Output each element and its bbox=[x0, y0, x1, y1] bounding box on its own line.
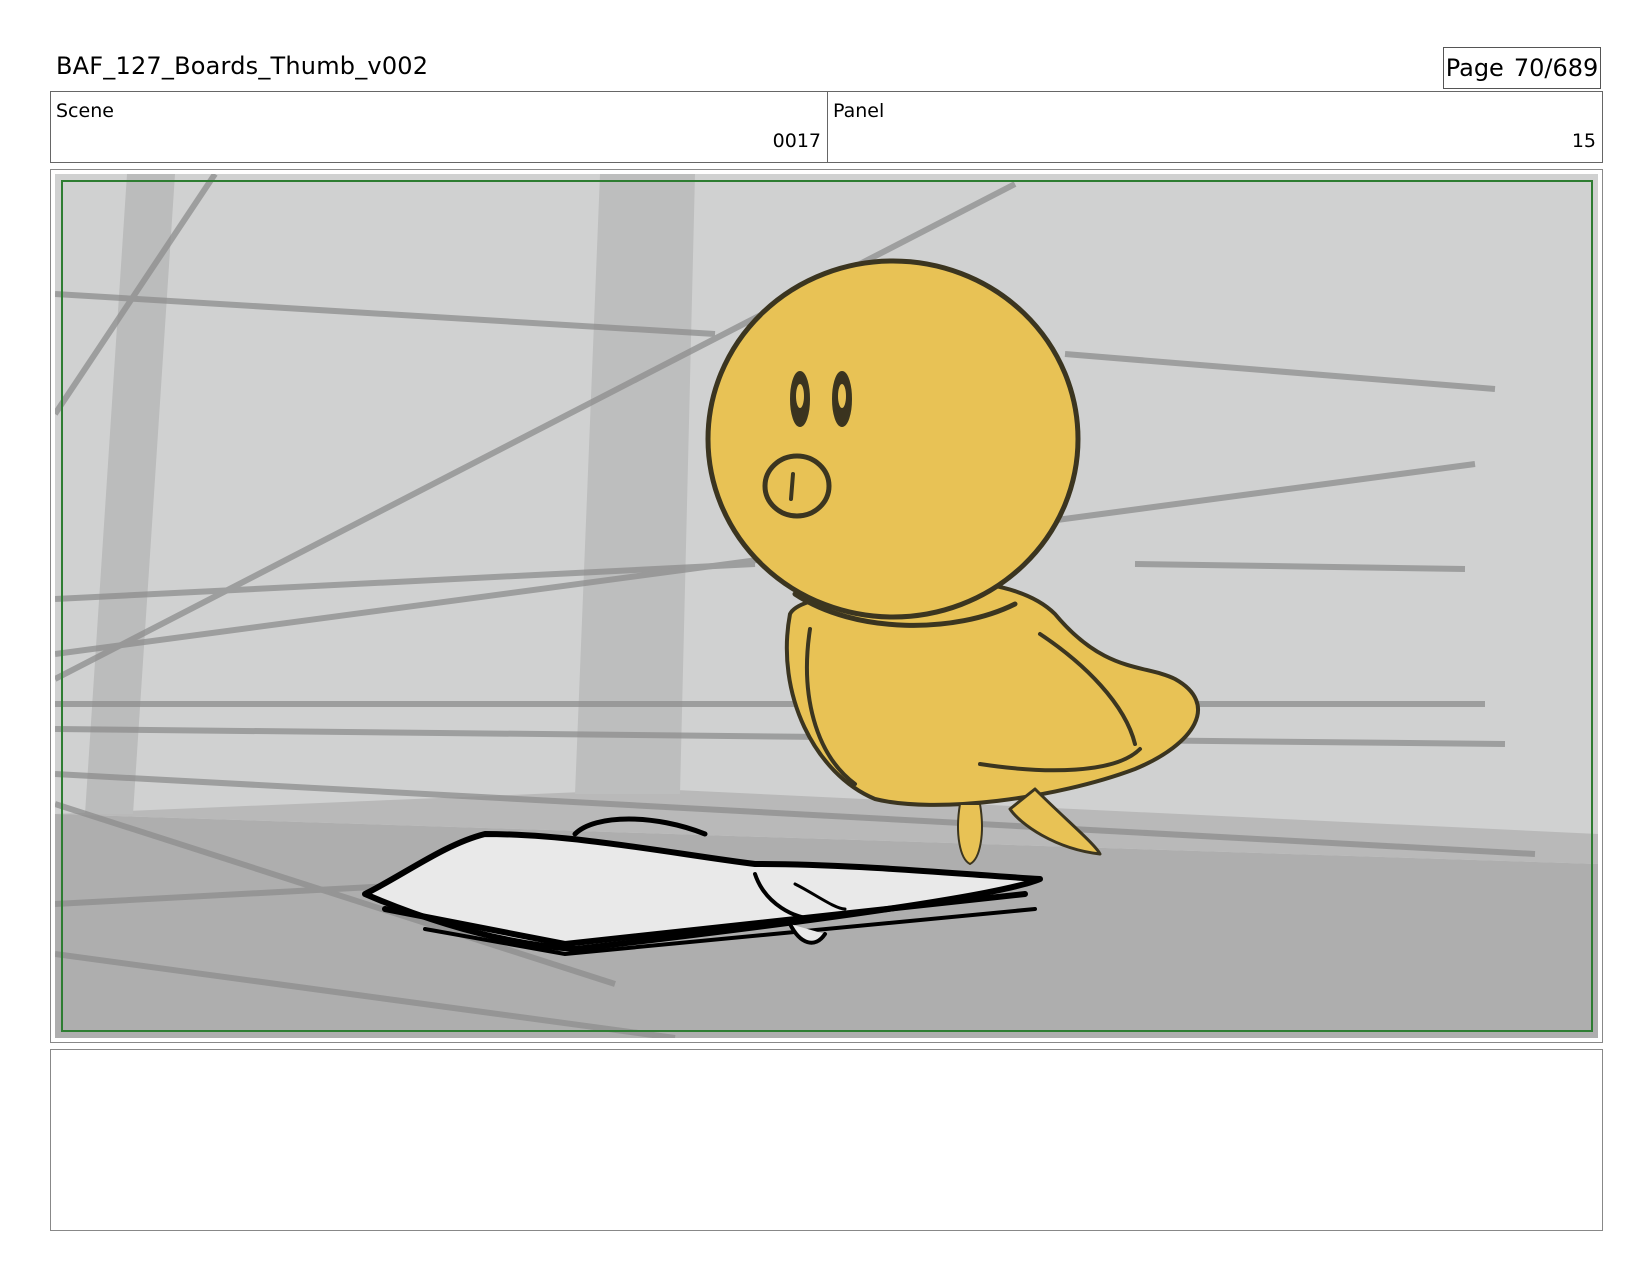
info-row: Scene 0017 Panel 15 bbox=[50, 91, 1603, 163]
notes-area bbox=[50, 1049, 1603, 1231]
scene-cell: Scene 0017 bbox=[51, 92, 828, 162]
document-title: BAF_127_Boards_Thumb_v002 bbox=[56, 52, 429, 80]
scene-label: Scene bbox=[56, 100, 114, 122]
bird-beak bbox=[762, 453, 832, 519]
panel-value: 15 bbox=[1571, 130, 1596, 152]
page-label: Page bbox=[1445, 54, 1504, 82]
bird-head bbox=[705, 258, 1081, 620]
page-indicator: Page 70/689 bbox=[1443, 47, 1601, 89]
page-number: 70/689 bbox=[1513, 54, 1599, 82]
storyboard-frame bbox=[50, 169, 1603, 1043]
storyboard-drawing bbox=[55, 174, 1598, 1038]
panel-cell: Panel 15 bbox=[828, 92, 1602, 162]
panel-label: Panel bbox=[833, 100, 885, 122]
scene-value: 0017 bbox=[772, 130, 821, 152]
